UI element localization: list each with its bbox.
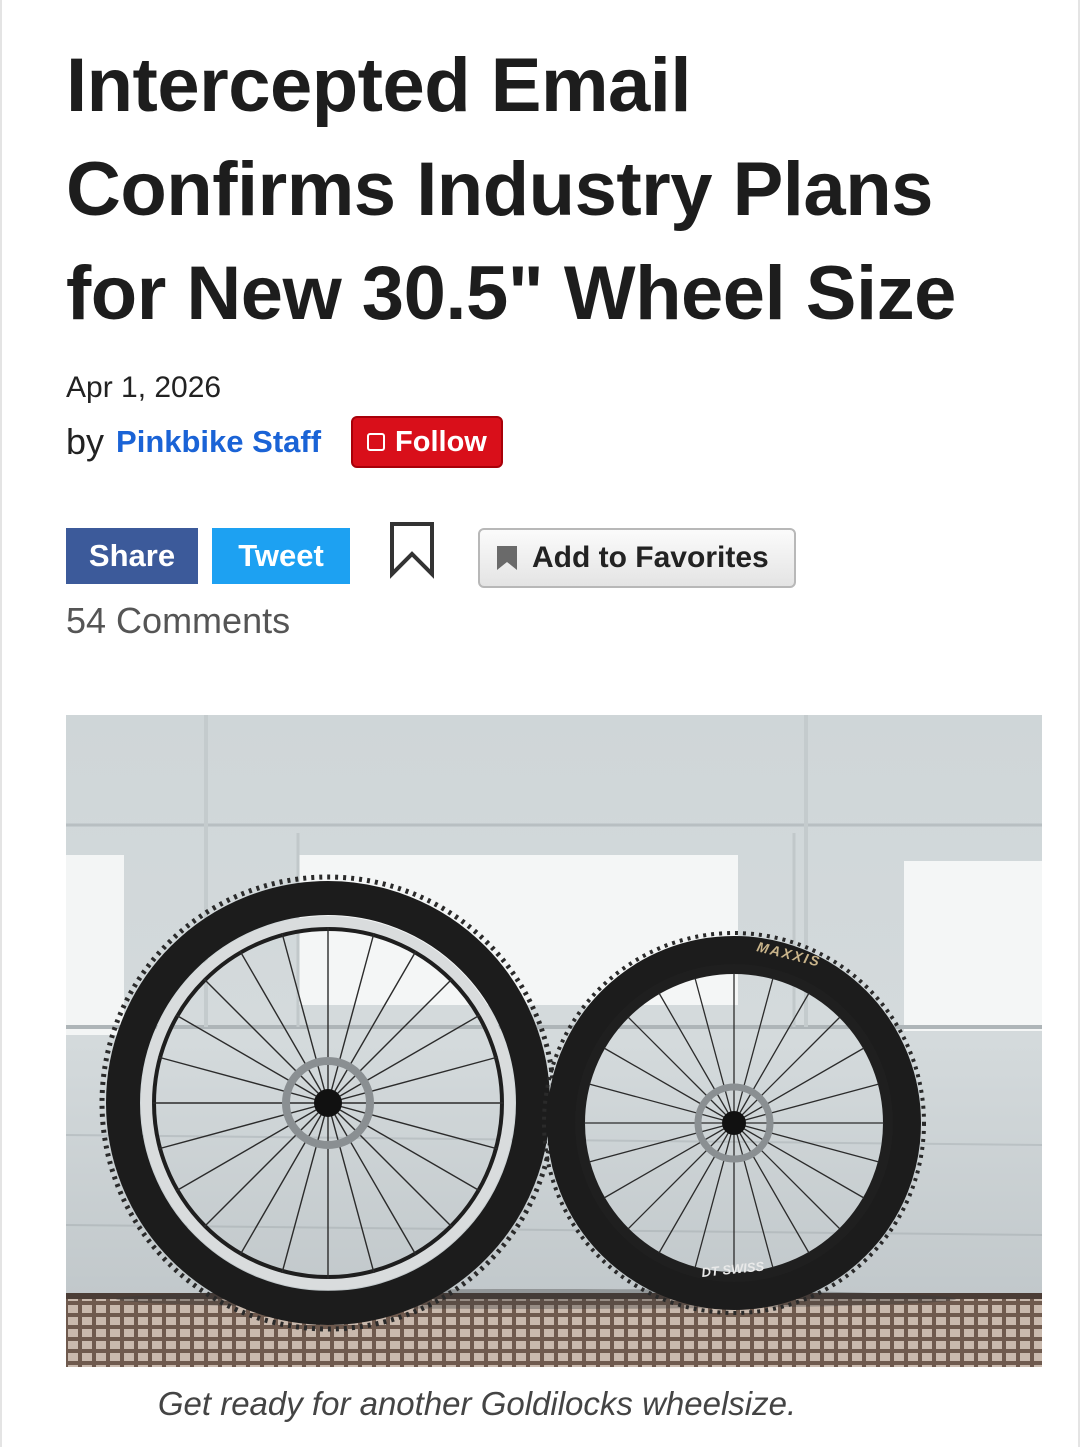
author-link[interactable]: Pinkbike Staff: [116, 424, 321, 460]
byline: by Pinkbike Staff Follow: [66, 416, 503, 468]
comments-link[interactable]: 54 Comments: [66, 600, 290, 642]
article-title: Intercepted Email Confirms Industry Plan…: [66, 43, 956, 336]
follow-box-icon: [367, 433, 386, 451]
photo-caption: Get ready for another Goldilocks wheelsi…: [157, 1385, 797, 1422]
add-to-favorites-button[interactable]: Add to Favorites: [478, 528, 796, 588]
by-prefix: by: [66, 421, 105, 462]
facebook-share-button[interactable]: Share: [66, 528, 198, 584]
page-left-edge: [0, 0, 2, 1447]
follow-label: Follow: [395, 425, 487, 458]
publish-date: Apr 1, 2026: [66, 371, 222, 404]
bookmark-icon[interactable]: [388, 520, 436, 580]
article-photo: MAXXIS DT SWISS: [66, 715, 1042, 1367]
tweet-button[interactable]: Tweet: [212, 528, 350, 584]
ribbon-icon: [497, 546, 517, 570]
favorites-label: Add to Favorites: [532, 541, 769, 574]
follow-button[interactable]: Follow: [351, 416, 503, 468]
